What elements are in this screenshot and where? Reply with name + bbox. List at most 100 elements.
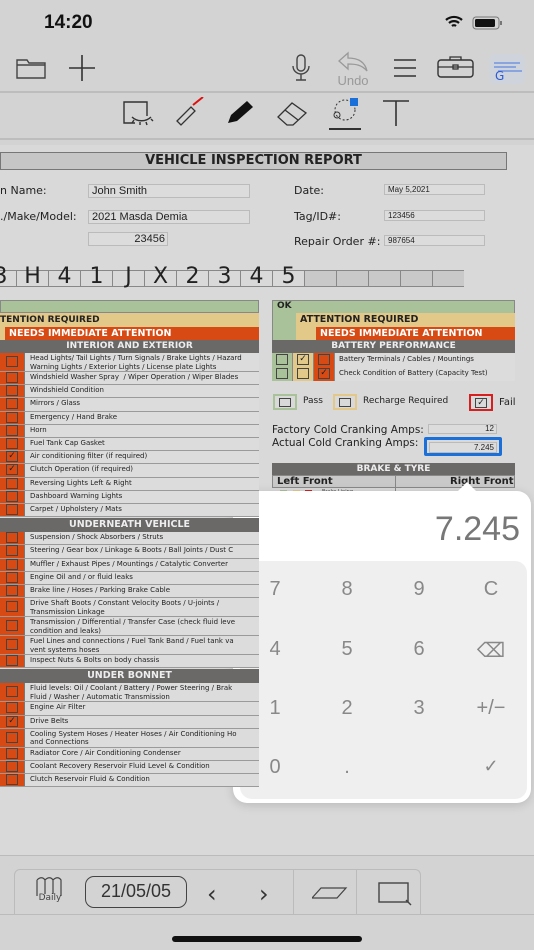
- folder-icon[interactable]: [14, 55, 48, 81]
- legend-attention-right: ATTENTION REQUIRED: [296, 313, 515, 327]
- recharge-checkbox[interactable]: [333, 394, 357, 410]
- factory-cca-field[interactable]: 12: [428, 424, 497, 434]
- digit-key-3[interactable]: 3: [389, 697, 449, 720]
- digit-key-0[interactable]: 0: [245, 756, 305, 779]
- sign-key[interactable]: +/−: [461, 697, 521, 720]
- laser-pointer-icon[interactable]: [172, 96, 208, 128]
- digit-key-8[interactable]: 8: [317, 578, 377, 601]
- repair-field[interactable]: 987654: [384, 235, 485, 246]
- item-checkbox[interactable]: [6, 477, 18, 489]
- toolbox-icon[interactable]: [437, 54, 475, 80]
- digit-key-6[interactable]: 6: [389, 638, 449, 661]
- item-checkbox[interactable]: [6, 438, 18, 450]
- zoom-window-icon[interactable]: [378, 882, 414, 910]
- digit-key-7[interactable]: 7: [245, 578, 305, 601]
- mileage-field[interactable]: 23456: [88, 232, 168, 246]
- actual-cca-field-focus[interactable]: 7.245: [424, 437, 502, 456]
- item-checkbox[interactable]: ✓: [6, 451, 18, 463]
- item-checkbox[interactable]: [6, 504, 18, 516]
- battery-attention-checkbox[interactable]: [297, 368, 309, 379]
- date-picker[interactable]: 21/05/05: [85, 876, 187, 908]
- item-checkbox[interactable]: ✓: [6, 715, 18, 727]
- previous-page-icon[interactable]: ‹: [207, 880, 217, 908]
- daily-button[interactable]: Daily: [32, 876, 68, 910]
- item-checkbox[interactable]: [6, 639, 18, 651]
- vin-box[interactable]: [400, 270, 432, 287]
- vin-box[interactable]: J: [112, 266, 144, 288]
- name-field[interactable]: John Smith: [88, 184, 250, 198]
- vin-box[interactable]: [304, 270, 336, 287]
- lasso-hide-icon[interactable]: [120, 98, 156, 128]
- item-checkbox[interactable]: [6, 398, 18, 410]
- vin-box[interactable]: H: [16, 266, 48, 288]
- item-checkbox[interactable]: [6, 761, 18, 773]
- vin-box[interactable]: 4: [240, 266, 272, 288]
- repair-label: Repair Order #:: [294, 235, 381, 248]
- vin-box[interactable]: 2: [176, 266, 208, 288]
- digit-key-1[interactable]: 1: [245, 697, 305, 720]
- vin-box[interactable]: [368, 270, 400, 287]
- decimal-key[interactable]: .: [317, 756, 377, 779]
- item-checkbox[interactable]: [6, 558, 18, 570]
- attention-cell: ✓: [0, 464, 25, 477]
- item-checkbox[interactable]: [6, 601, 18, 613]
- item-checkbox[interactable]: [6, 585, 18, 597]
- battery-immediate-checkbox[interactable]: ✓: [318, 368, 330, 379]
- date-field[interactable]: May 5,2021: [384, 184, 485, 195]
- item-checkbox[interactable]: [6, 620, 18, 632]
- item-checkbox[interactable]: [6, 356, 18, 367]
- vin-box[interactable]: [336, 270, 368, 287]
- item-checkbox[interactable]: [6, 411, 18, 423]
- item-checkbox[interactable]: ✓: [6, 464, 18, 476]
- item-checkbox[interactable]: [6, 424, 18, 436]
- item-checkbox[interactable]: [6, 655, 18, 667]
- eraser-icon[interactable]: [274, 98, 310, 128]
- pen-icon[interactable]: [222, 98, 258, 128]
- page-layout-icon[interactable]: [310, 885, 348, 904]
- battery-immediate-checkbox[interactable]: [318, 354, 330, 365]
- date-label: Date:: [294, 184, 324, 197]
- clear-key[interactable]: C: [461, 578, 521, 601]
- item-checkbox[interactable]: [6, 747, 18, 759]
- item-checkbox[interactable]: [6, 774, 18, 786]
- home-indicator[interactable]: [172, 936, 362, 942]
- vin-box[interactable]: 3: [0, 266, 16, 288]
- battery-ok-checkbox[interactable]: [276, 368, 288, 379]
- vin-box[interactable]: 5: [272, 266, 304, 288]
- item-checkbox[interactable]: [6, 702, 18, 714]
- item-checkbox[interactable]: [6, 545, 18, 557]
- plus-icon[interactable]: [66, 52, 98, 84]
- digit-key-2[interactable]: 2: [317, 697, 377, 720]
- microphone-icon[interactable]: [288, 52, 314, 84]
- item-checkbox[interactable]: [6, 686, 18, 698]
- vin-box[interactable]: 3: [208, 266, 240, 288]
- item-checkbox[interactable]: [6, 731, 18, 743]
- text-icon[interactable]: [380, 98, 412, 128]
- digit-key-5[interactable]: 5: [317, 638, 377, 661]
- item-checkbox[interactable]: [6, 571, 18, 583]
- backspace-key[interactable]: ⌫: [461, 638, 521, 663]
- vin-box[interactable]: [432, 270, 464, 287]
- model-field[interactable]: 2021 Masda Demia: [88, 210, 250, 224]
- lasso-select-icon[interactable]: [326, 96, 364, 132]
- battery-ok-checkbox[interactable]: [276, 354, 288, 365]
- actual-cca-field[interactable]: 7.245: [429, 442, 497, 453]
- vin-box[interactable]: X: [144, 266, 176, 288]
- battery-attention-checkbox[interactable]: ✓: [297, 354, 309, 365]
- item-checkbox[interactable]: [6, 490, 18, 502]
- next-page-icon[interactable]: ›: [259, 880, 269, 908]
- vin-box[interactable]: 4: [48, 266, 80, 288]
- item-checkbox[interactable]: [6, 372, 18, 384]
- digit-key-4[interactable]: 4: [245, 638, 305, 661]
- fail-checkbox[interactable]: ✓: [469, 394, 493, 411]
- tag-field[interactable]: 123456: [384, 210, 485, 221]
- item-checkbox[interactable]: [6, 385, 18, 397]
- digit-key-9[interactable]: 9: [389, 578, 449, 601]
- translate-icon[interactable]: G: [489, 54, 525, 84]
- menu-icon[interactable]: [392, 56, 418, 80]
- pass-checkbox[interactable]: [273, 394, 297, 410]
- vin-box[interactable]: 1: [80, 266, 112, 288]
- confirm-key[interactable]: ✓: [461, 756, 521, 777]
- item-checkbox[interactable]: [6, 532, 18, 544]
- undo-button[interactable]: Undo: [330, 50, 376, 88]
